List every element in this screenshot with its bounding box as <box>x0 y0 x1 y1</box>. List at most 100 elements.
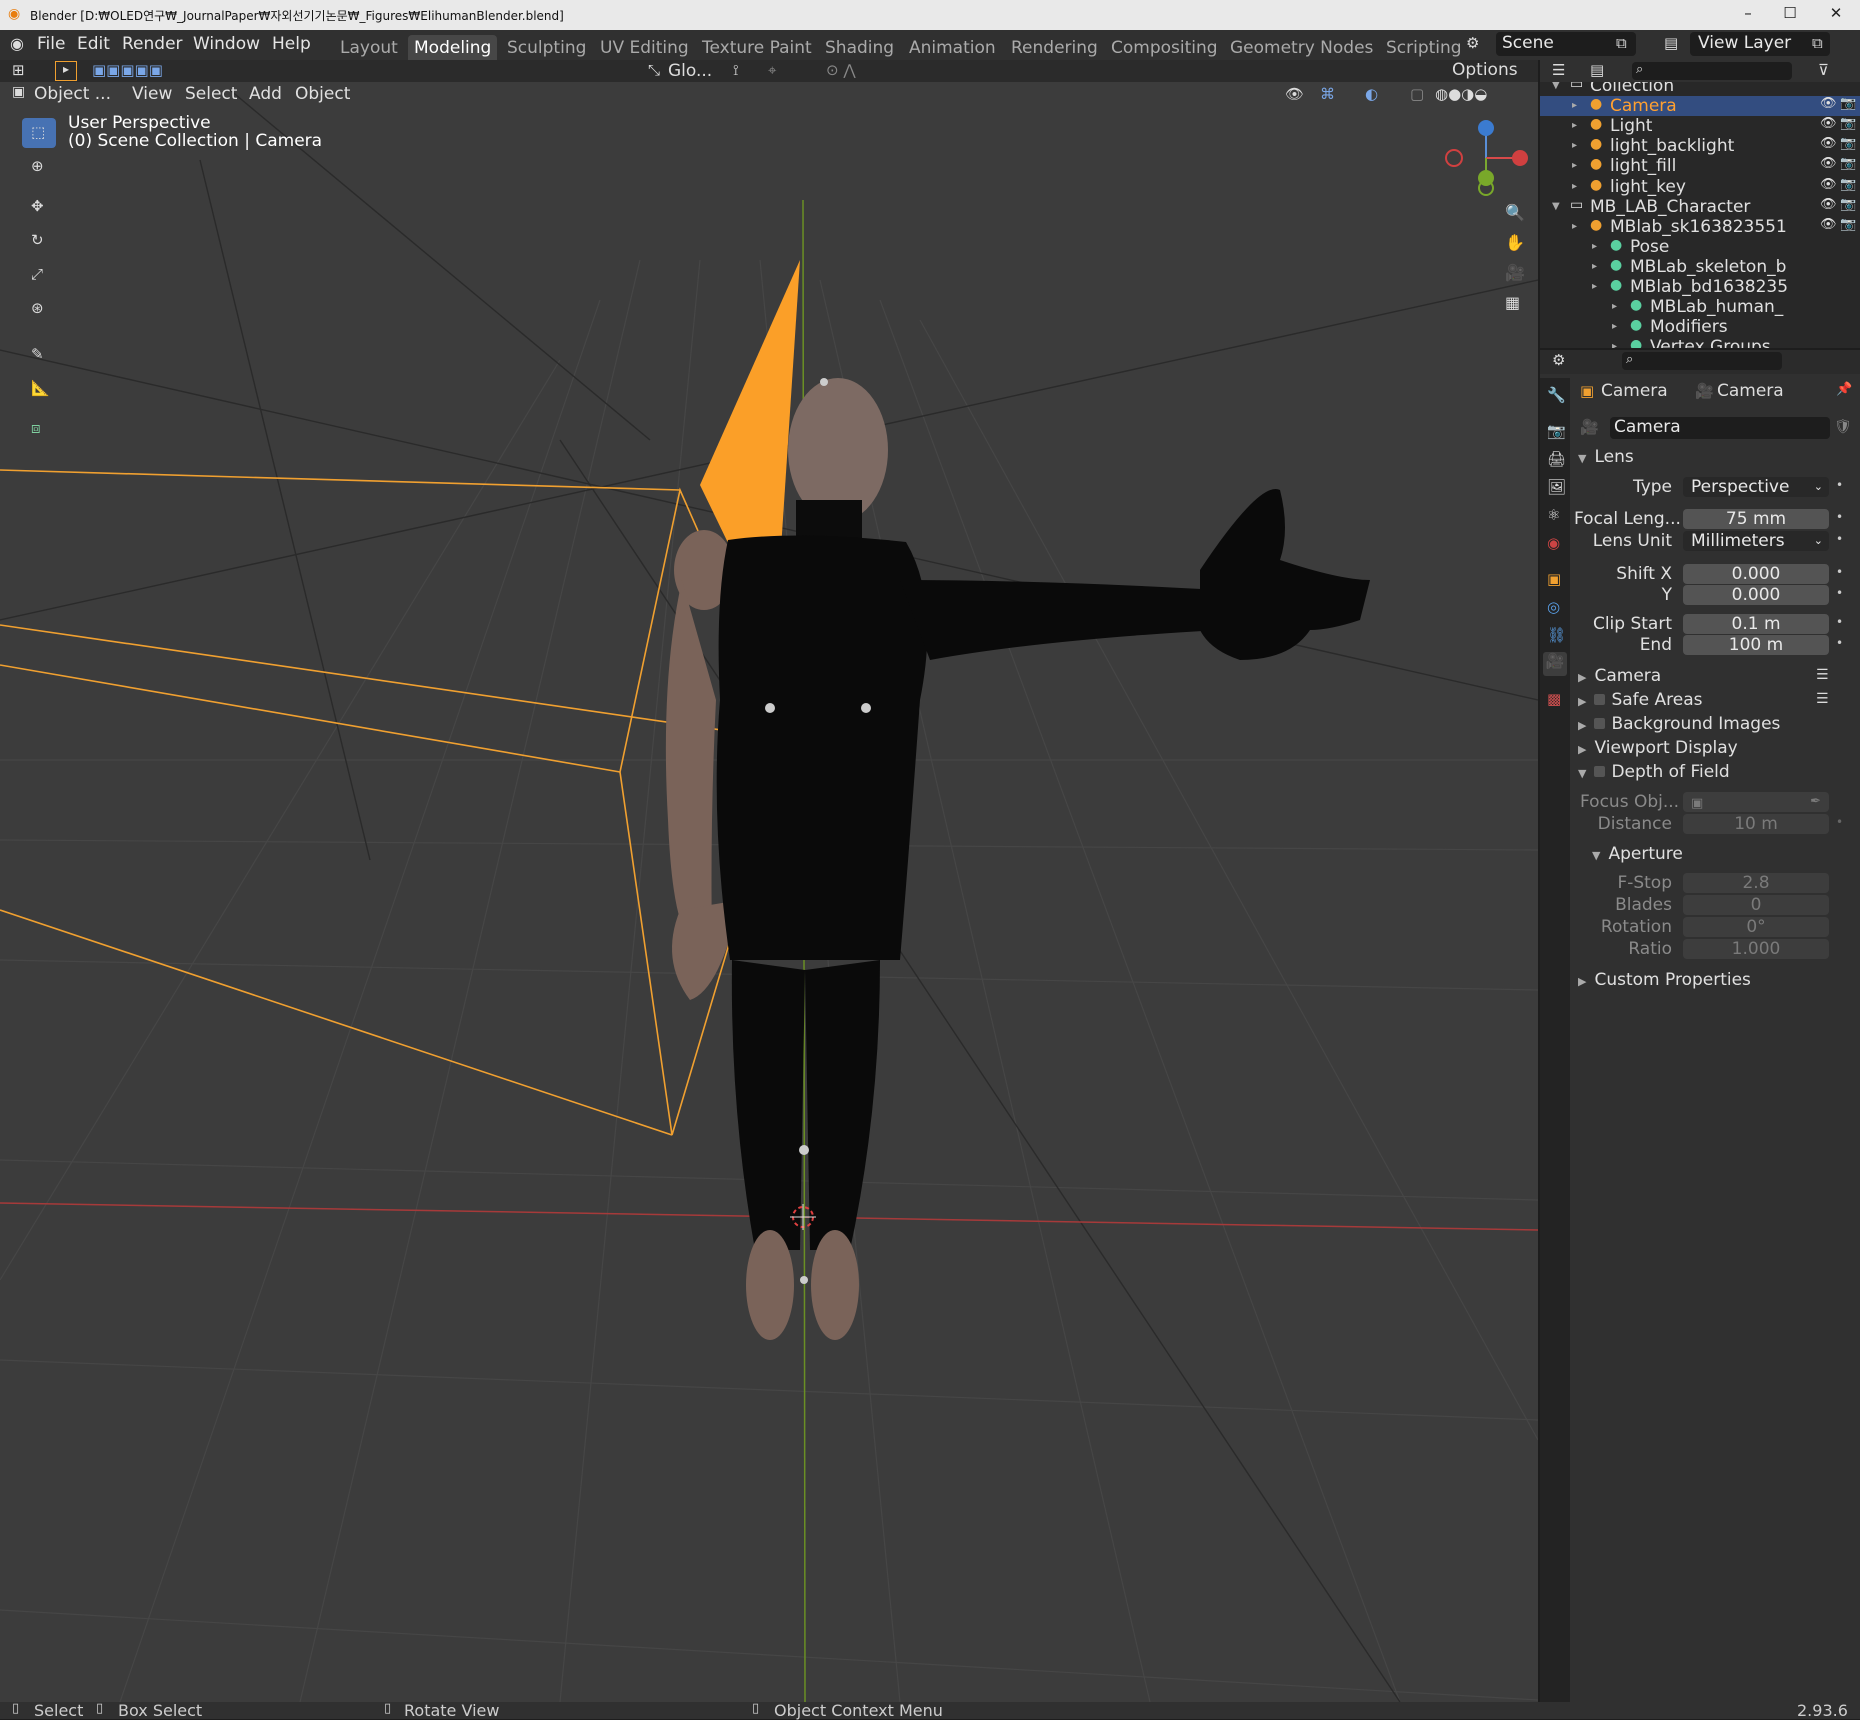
editor-type-icon[interactable]: ⊞ <box>12 61 25 79</box>
expand-arrow-icon[interactable]: ▸ <box>1612 341 1617 348</box>
render-camera-icon[interactable]: 📷 <box>1840 96 1856 111</box>
tool-select-box[interactable]: ⬚ <box>22 118 56 148</box>
focal-length-field[interactable]: 75 mm <box>1683 509 1829 529</box>
lens-type-dropdown[interactable]: Perspective ⌄ <box>1683 477 1829 497</box>
viewport-menu-object[interactable]: Object <box>295 84 350 104</box>
render-camera-icon[interactable]: 📷 <box>1840 116 1856 131</box>
close-button[interactable]: ✕ <box>1816 4 1856 22</box>
properties-search-input[interactable]: ⌕ <box>1622 352 1782 370</box>
snap-icon[interactable]: ⌖ <box>768 61 776 79</box>
options-dropdown[interactable]: Options <box>1452 60 1518 80</box>
outliner-row[interactable]: ▸ ● MBlab_sk163823551 👁 📷 <box>1540 217 1860 237</box>
pan-hand-icon[interactable]: ✋ <box>1505 233 1525 252</box>
tab-texture-paint[interactable]: Texture Paint <box>696 35 818 61</box>
select-tool-icon[interactable]: ▸ <box>55 61 77 81</box>
menu-edit[interactable]: Edit <box>77 34 110 54</box>
shift-x-field[interactable]: 0.000 <box>1683 564 1829 584</box>
outliner-row[interactable]: ▼ ▭ Collection <box>1540 82 1860 96</box>
depth-of-field-checkbox[interactable] <box>1594 766 1606 777</box>
rotation-field[interactable]: 0° <box>1683 917 1829 937</box>
expand-arrow-icon[interactable]: ▸ <box>1572 120 1577 131</box>
tool-cursor[interactable]: ⊕ <box>22 152 56 182</box>
properties-editor-icon[interactable]: ⚙ <box>1552 351 1565 369</box>
safe-areas-section-header[interactable]: ▶ Safe Areas <box>1578 690 1703 710</box>
scene-selector[interactable]: Scene <box>1496 32 1636 56</box>
viewport-menu-add[interactable]: Add <box>249 84 282 104</box>
tab-sculpting[interactable]: Sculpting <box>501 35 592 61</box>
outliner-row[interactable]: ▸ ● Modifiers <box>1540 317 1860 337</box>
new-view-layer-icon[interactable]: ⧉ <box>1812 34 1823 52</box>
outliner-row[interactable]: ▸ ● Camera 👁 📷 <box>1540 96 1860 117</box>
bone-joint-head[interactable] <box>820 378 828 386</box>
proportional-edit-icon[interactable]: ⊙ ⋀ <box>826 61 856 79</box>
blender-menu-icon[interactable]: ◉ <box>10 34 24 53</box>
camera-datablock-icon[interactable]: 🎥 <box>1580 418 1599 436</box>
lens-unit-dropdown[interactable]: Millimeters ⌄ <box>1683 531 1829 551</box>
visibility-icon[interactable]: 👁 <box>1285 85 1304 103</box>
render-camera-icon[interactable]: 📷 <box>1840 136 1856 151</box>
scene-tab-icon[interactable]: ⚛ <box>1547 506 1560 524</box>
constraints-tab-icon[interactable]: ⛓ <box>1547 626 1566 644</box>
xray-toggle-icon[interactable]: ▢ <box>1410 85 1424 103</box>
tab-modeling[interactable]: Modeling <box>408 35 498 61</box>
expand-arrow-icon[interactable]: ▸ <box>1612 301 1617 312</box>
expand-arrow-icon[interactable]: ▸ <box>1592 281 1597 292</box>
shift-y-field[interactable]: 0.000 <box>1683 585 1829 605</box>
pivot-point-icon[interactable]: ⟟ <box>733 61 739 79</box>
bone-joint-shoulder-right[interactable] <box>861 703 871 713</box>
filter-icon[interactable]: ⊽ <box>1818 61 1829 79</box>
visibility-eye-icon[interactable]: 👁 <box>1820 116 1837 131</box>
viewport-menu-view[interactable]: View <box>132 84 172 104</box>
viewport-display-section-header[interactable]: ▶ Viewport Display <box>1578 738 1738 758</box>
safe-areas-checkbox[interactable] <box>1594 694 1606 705</box>
keyframe-dot[interactable]: • <box>1836 478 1843 492</box>
bone-joint-feet[interactable] <box>800 1276 808 1284</box>
camera-view-icon[interactable]: 🎥 <box>1505 263 1525 282</box>
visibility-eye-icon[interactable]: 👁 <box>1820 217 1837 232</box>
camera-datablock-field[interactable]: Camera <box>1610 417 1830 439</box>
keyframe-dot[interactable]: • <box>1836 586 1843 600</box>
keyframe-dot[interactable]: • <box>1836 615 1843 629</box>
lens-section-header[interactable]: ▼ Lens <box>1578 447 1634 467</box>
tool-transform[interactable]: ⊛ <box>22 294 56 324</box>
background-images-section-header[interactable]: ▶ Background Images <box>1578 714 1780 734</box>
clip-start-field[interactable]: 0.1 m <box>1683 614 1829 634</box>
gizmo-toggle-icon[interactable]: ⌘ <box>1320 85 1335 103</box>
tool-rotate[interactable]: ↻ <box>22 226 56 256</box>
menu-window[interactable]: Window <box>193 34 260 54</box>
clip-end-field[interactable]: 100 m <box>1683 635 1829 655</box>
menu-render[interactable]: Render <box>122 34 183 54</box>
menu-help[interactable]: Help <box>272 34 311 54</box>
keyframe-dot[interactable]: • <box>1836 532 1843 546</box>
tool-measure[interactable]: 📐 <box>22 374 56 404</box>
object-tab-icon[interactable]: ▣ <box>1547 570 1561 588</box>
tab-uv-editing[interactable]: UV Editing <box>594 35 695 61</box>
camera-section-header[interactable]: ▶ Camera <box>1578 666 1661 686</box>
expand-arrow-icon[interactable]: ▸ <box>1592 261 1597 272</box>
fstop-field[interactable]: 2.8 <box>1683 873 1829 893</box>
world-tab-icon[interactable]: ◉ <box>1547 534 1560 552</box>
navigation-gizmo[interactable] <box>1445 120 1528 196</box>
outliner-row[interactable]: ▸ ● light_backlight 👁 📷 <box>1540 136 1860 156</box>
render-camera-icon[interactable]: 📷 <box>1840 217 1856 232</box>
expand-arrow-icon[interactable]: ▼ <box>1552 82 1560 91</box>
background-images-checkbox[interactable] <box>1594 718 1606 729</box>
render-camera-icon[interactable]: 📷 <box>1840 177 1856 192</box>
focus-object-field[interactable]: ▣ ✒ <box>1683 792 1829 812</box>
outliner-row[interactable]: ▸ ● Pose <box>1540 237 1860 257</box>
zoom-icon[interactable]: 🔍 <box>1505 203 1525 222</box>
3d-viewport[interactable] <box>0 60 1538 1702</box>
eyedropper-icon[interactable]: ✒ <box>1810 792 1821 812</box>
selection-mode-icons[interactable]: ▣▣▣▣▣ <box>92 61 163 79</box>
output-tab-icon[interactable]: 🖨 <box>1547 450 1566 468</box>
tool-tab-icon[interactable]: 🔧 <box>1547 386 1566 404</box>
outliner-row[interactable]: ▸ ● Vertex Groups <box>1540 337 1860 348</box>
keyframe-dot[interactable]: • <box>1836 565 1843 579</box>
tab-animation[interactable]: Animation <box>903 35 1002 61</box>
tool-annotate[interactable]: ✎ <box>22 340 56 370</box>
keyframe-dot[interactable]: • <box>1836 510 1843 524</box>
overlay-toggle-icon[interactable]: ◐ <box>1365 85 1378 103</box>
tool-scale[interactable]: ⤢ <box>22 260 56 290</box>
outliner-editor-icon[interactable]: ☰ <box>1552 61 1565 79</box>
transform-orientation-dropdown[interactable]: Glo... <box>668 61 712 81</box>
